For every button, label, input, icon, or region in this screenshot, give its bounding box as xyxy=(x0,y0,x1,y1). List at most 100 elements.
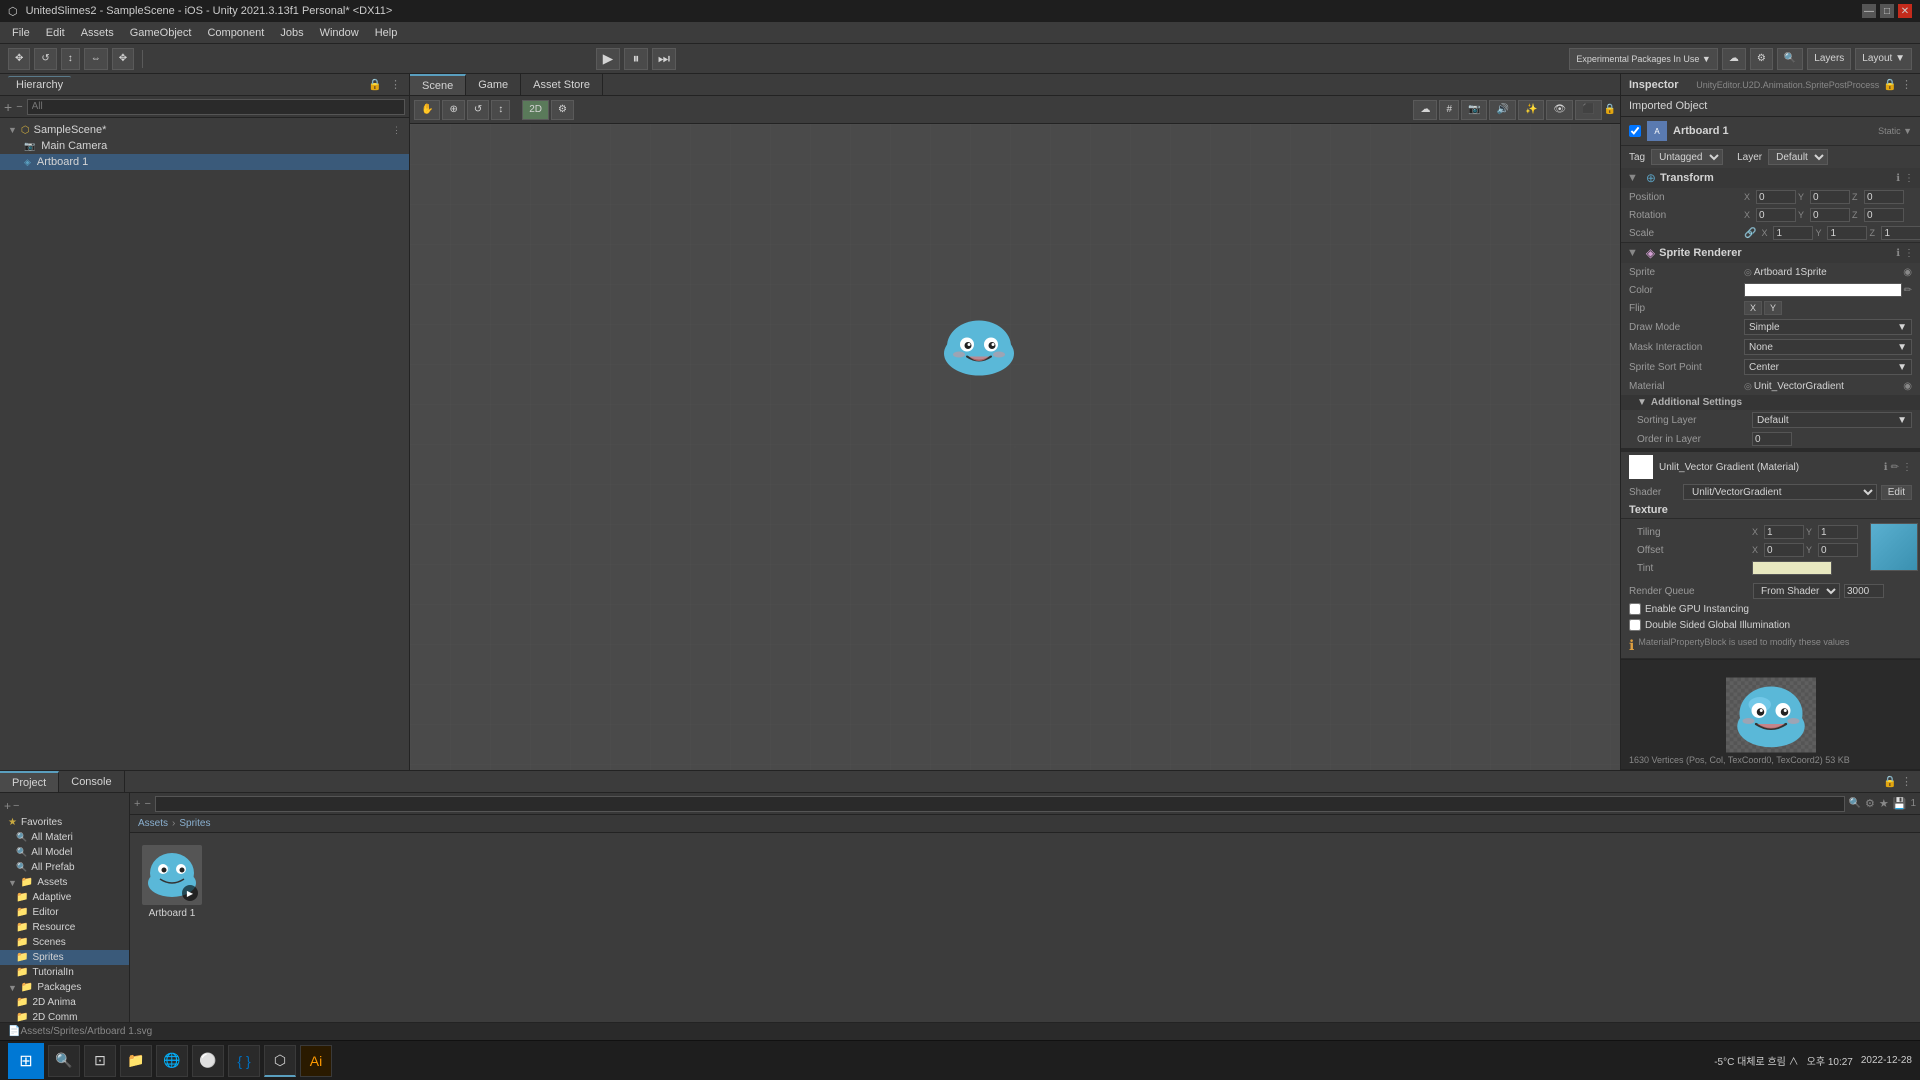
bottom-lock-icon[interactable]: 🔒 xyxy=(1883,775,1897,788)
tool-rect[interactable]: ⇔ xyxy=(84,48,108,70)
menu-window[interactable]: Window xyxy=(312,25,367,41)
scene-menu-icon[interactable]: ⋮ xyxy=(392,125,401,136)
shader-select[interactable]: Unlit/VectorGradient xyxy=(1683,484,1877,500)
offset-y-input[interactable] xyxy=(1818,543,1858,557)
rot-z-input[interactable] xyxy=(1864,208,1904,222)
bottom-more-icon[interactable]: ⋮ xyxy=(1901,775,1912,788)
tutorial-folder[interactable]: 📁 TutorialIn xyxy=(0,965,129,980)
texture-preview[interactable] xyxy=(1870,523,1918,571)
effect-btn[interactable]: ✨ xyxy=(1518,100,1544,120)
hierarchy-tab[interactable]: Hierarchy xyxy=(8,76,71,93)
sorting-layer-dropdown[interactable]: Default ▼ xyxy=(1752,412,1912,428)
inspector-lock[interactable]: 🔒 xyxy=(1883,78,1897,91)
sprite-select-icon[interactable]: ◉ xyxy=(1903,267,1912,278)
material-edit-icon[interactable]: ✏ xyxy=(1891,462,1899,473)
layer-select[interactable]: Default xyxy=(1768,149,1828,165)
order-in-layer-input[interactable] xyxy=(1752,432,1792,446)
search-toolbar-btn[interactable]: 🔍 xyxy=(1777,48,1803,70)
tag-select[interactable]: Untagged xyxy=(1651,149,1723,165)
tool-move[interactable]: ✥ xyxy=(8,48,30,70)
offset-x-input[interactable] xyxy=(1764,543,1804,557)
menu-edit[interactable]: Edit xyxy=(38,25,73,41)
sr-info-icon[interactable]: ℹ xyxy=(1896,248,1900,259)
color-picker-icon[interactable]: ✏ xyxy=(1904,285,1912,296)
tool-transform[interactable]: ✥ xyxy=(112,48,134,70)
tab-project[interactable]: Project xyxy=(0,771,59,792)
transform-info-icon[interactable]: ℹ xyxy=(1896,173,1900,184)
favorites-group[interactable]: ★ Favorites xyxy=(0,815,129,830)
render-queue-select[interactable]: From Shader xyxy=(1753,583,1840,599)
scene-canvas[interactable] xyxy=(410,124,1620,770)
move-tool[interactable]: ⊕ xyxy=(442,100,464,120)
taskbar-chrome[interactable]: ⚪ xyxy=(192,1045,224,1077)
asset-star-btn[interactable]: ★ xyxy=(1879,797,1889,810)
mask-interaction-dropdown[interactable]: None ▼ xyxy=(1744,339,1912,355)
step-button[interactable]: ⏭ xyxy=(652,48,676,70)
tint-swatch[interactable] xyxy=(1752,561,1832,575)
hierarchy-add-btn[interactable]: + xyxy=(4,99,12,115)
start-button[interactable]: ⊞ xyxy=(8,1043,44,1079)
layers-btn[interactable]: Layers xyxy=(1807,48,1851,70)
transform-header[interactable]: ▼ ⊕ Transform ℹ ⋮ xyxy=(1621,168,1920,188)
packages-group[interactable]: ▼ 📁 Packages xyxy=(0,980,129,995)
asset-filter-btn[interactable]: ⚙ xyxy=(1865,797,1875,810)
double-sided-gi-checkbox[interactable] xyxy=(1629,619,1641,631)
gpu-instancing-checkbox[interactable] xyxy=(1629,603,1641,615)
material-menu-icon[interactable]: ⋮ xyxy=(1902,462,1912,473)
2d-comm-pkg[interactable]: 📁 2D Comm xyxy=(0,1010,129,1022)
hierarchy-more[interactable]: ⋮ xyxy=(390,78,401,91)
shading-btn[interactable]: 2D xyxy=(522,100,549,120)
camera-btn[interactable]: 📷 xyxy=(1461,100,1487,120)
tool-scale[interactable]: ↕ xyxy=(61,48,80,70)
audio-btn[interactable]: 🔊 xyxy=(1489,100,1515,120)
pos-x-input[interactable] xyxy=(1756,190,1796,204)
asset-search-input[interactable] xyxy=(155,796,1845,812)
taskbar-edge[interactable]: 🌐 xyxy=(156,1045,188,1077)
pause-button[interactable]: ⏸ xyxy=(624,48,648,70)
material-info-icon[interactable]: ℹ xyxy=(1884,462,1888,473)
sr-menu-icon[interactable]: ⋮ xyxy=(1904,248,1914,259)
tiling-x-input[interactable] xyxy=(1764,525,1804,539)
rot-x-input[interactable] xyxy=(1756,208,1796,222)
tab-game[interactable]: Game xyxy=(466,74,521,95)
play-button[interactable]: ▶ xyxy=(596,48,620,70)
color-picker[interactable] xyxy=(1744,283,1902,297)
tiling-y-input[interactable] xyxy=(1818,525,1858,539)
hand-tool[interactable]: ✋ xyxy=(414,100,440,120)
tab-asset-store[interactable]: Asset Store xyxy=(521,74,603,95)
editor-folder[interactable]: 📁 Editor xyxy=(0,905,129,920)
render-queue-input[interactable] xyxy=(1844,584,1884,598)
menu-help[interactable]: Help xyxy=(367,25,406,41)
pos-y-input[interactable] xyxy=(1810,190,1850,204)
all-models-item[interactable]: 🔍 All Model xyxy=(0,845,129,860)
hierarchy-item-scene[interactable]: ▼ ⬡ SampleScene* ⋮ xyxy=(0,122,409,138)
hierarchy-minus-btn[interactable]: − xyxy=(16,101,22,113)
adaptive-folder[interactable]: 📁 Adaptive xyxy=(0,890,129,905)
additional-settings-header[interactable]: ▼ Additional Settings xyxy=(1621,395,1920,410)
sprite-renderer-header[interactable]: ▼ ◈ Sprite Renderer ℹ ⋮ xyxy=(1621,243,1920,263)
scale-y-input[interactable] xyxy=(1827,226,1867,240)
breadcrumb-sprites[interactable]: Sprites xyxy=(179,818,210,829)
resource-folder[interactable]: 📁 Resource xyxy=(0,920,129,935)
cloud-btn[interactable]: ☁ xyxy=(1722,48,1746,70)
gizmo-btn[interactable]: ☁ xyxy=(1413,100,1437,120)
all-prefabs-item[interactable]: 🔍 All Prefab xyxy=(0,860,129,875)
menu-gameobject[interactable]: GameObject xyxy=(122,25,200,41)
scale-x-input[interactable] xyxy=(1773,226,1813,240)
taskbar-unity[interactable]: ⬡ xyxy=(264,1045,296,1077)
tool-rotate[interactable]: ↺ xyxy=(34,48,56,70)
layout-btn[interactable]: Layout ▼ xyxy=(1855,48,1912,70)
shader-edit-btn[interactable]: Edit xyxy=(1881,485,1912,500)
scenes-folder[interactable]: 📁 Scenes xyxy=(0,935,129,950)
minimize-btn[interactable]: — xyxy=(1862,4,1876,18)
slime-in-scene[interactable] xyxy=(939,319,1019,382)
menu-component[interactable]: Component xyxy=(199,25,272,41)
asset-minus-btn[interactable]: − xyxy=(144,798,150,810)
collab-btn[interactable]: ⚙ xyxy=(1750,48,1773,70)
flip-y-btn[interactable]: Y xyxy=(1764,301,1782,315)
flip-x-btn[interactable]: X xyxy=(1744,301,1762,315)
sprite-sort-dropdown[interactable]: Center ▼ xyxy=(1744,359,1912,375)
hierarchy-lock[interactable]: 🔒 xyxy=(368,78,382,91)
2d-anim-pkg[interactable]: 📁 2D Anima xyxy=(0,995,129,1010)
all-materials-item[interactable]: 🔍 All Materi xyxy=(0,830,129,845)
